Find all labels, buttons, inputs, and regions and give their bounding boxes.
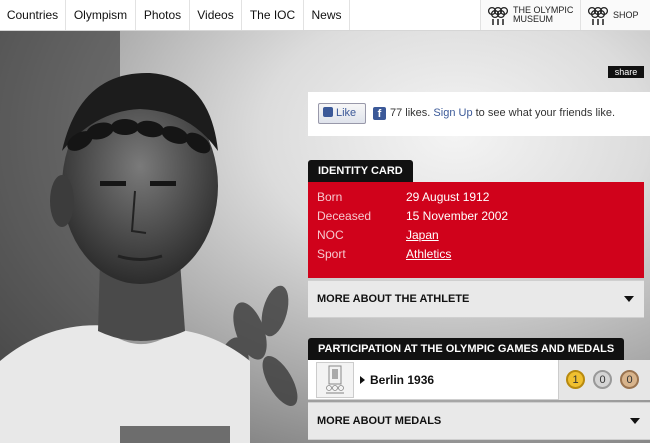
like-count: 77 likes. <box>390 107 431 119</box>
shop-link[interactable]: SHOP <box>580 0 650 30</box>
identity-label: Sport <box>317 247 346 261</box>
olympic-rings-icon <box>487 6 509 25</box>
games-row[interactable]: Berlin 1936 1 0 0 <box>308 360 650 400</box>
signup-link[interactable]: Sign Up <box>433 107 472 119</box>
expand-arrow-icon <box>360 376 365 384</box>
identity-value: 15 November 2002 <box>406 209 509 223</box>
like-summary: 77 likes. Sign Up to see what your frien… <box>390 107 615 119</box>
bronze-medal-count: 0 <box>620 370 639 389</box>
games-name[interactable]: Berlin 1936 <box>360 360 434 400</box>
identity-value: 29 August 1912 <box>406 190 490 204</box>
olympic-rings-icon <box>587 6 609 25</box>
olympic-museum-link[interactable]: THE OLYMPIC MUSEUM <box>480 0 580 30</box>
chevron-down-icon <box>624 296 634 302</box>
facebook-like-button[interactable]: Like <box>318 103 366 124</box>
more-about-medals-toggle[interactable]: MORE ABOUT MEDALS <box>308 402 650 440</box>
nav-photos[interactable]: Photos <box>136 0 190 30</box>
games-emblem-icon <box>316 362 354 398</box>
sport-link[interactable]: Athletics <box>406 247 451 261</box>
more-about-medals-label: MORE ABOUT MEDALS <box>317 415 442 427</box>
nav-the-ioc[interactable]: The IOC <box>242 0 304 30</box>
identity-row: Deceased 15 November 2002 <box>317 209 635 228</box>
identity-label: Born <box>317 190 343 204</box>
identity-row: Sport Athletics <box>317 247 635 266</box>
noc-link[interactable]: Japan <box>406 228 439 242</box>
like-label: Like <box>336 107 357 119</box>
gold-medal-count: 1 <box>566 370 585 389</box>
shop-label: SHOP <box>613 9 639 20</box>
identity-card: Born 29 August 1912 Deceased 15 November… <box>308 182 644 278</box>
share-button[interactable]: share <box>608 66 644 78</box>
nav-olympism[interactable]: Olympism <box>66 0 136 30</box>
chevron-down-icon <box>630 418 640 424</box>
participation-tab: PARTICIPATION AT THE OLYMPIC GAMES AND M… <box>308 338 625 360</box>
medal-counts: 1 0 0 <box>558 360 650 400</box>
nav-videos[interactable]: Videos <box>190 0 242 30</box>
facebook-icon: f <box>373 107 386 120</box>
silver-medal-count: 0 <box>593 370 612 389</box>
social-like-bar: Like f 77 likes. Sign Up to see what you… <box>308 92 650 136</box>
thumbs-up-icon <box>323 107 333 117</box>
identity-label: NOC <box>317 228 344 242</box>
like-suffix: to see what your friends like. <box>475 107 616 119</box>
museum-label-line2: MUSEUM <box>513 14 553 24</box>
identity-row: NOC Japan <box>317 228 635 247</box>
identity-card-tab: IDENTITY CARD <box>308 160 413 182</box>
more-about-athlete-toggle[interactable]: MORE ABOUT THE ATHLETE <box>308 280 644 318</box>
more-about-athlete-label: MORE ABOUT THE ATHLETE <box>317 293 470 305</box>
identity-row: Born 29 August 1912 <box>317 190 635 209</box>
games-label: Berlin 1936 <box>370 373 435 387</box>
identity-label: Deceased <box>317 209 372 223</box>
nav-countries[interactable]: Countries <box>0 0 66 30</box>
top-navigation: Countries Olympism Photos Videos The IOC… <box>0 0 650 31</box>
nav-news[interactable]: News <box>304 0 350 30</box>
